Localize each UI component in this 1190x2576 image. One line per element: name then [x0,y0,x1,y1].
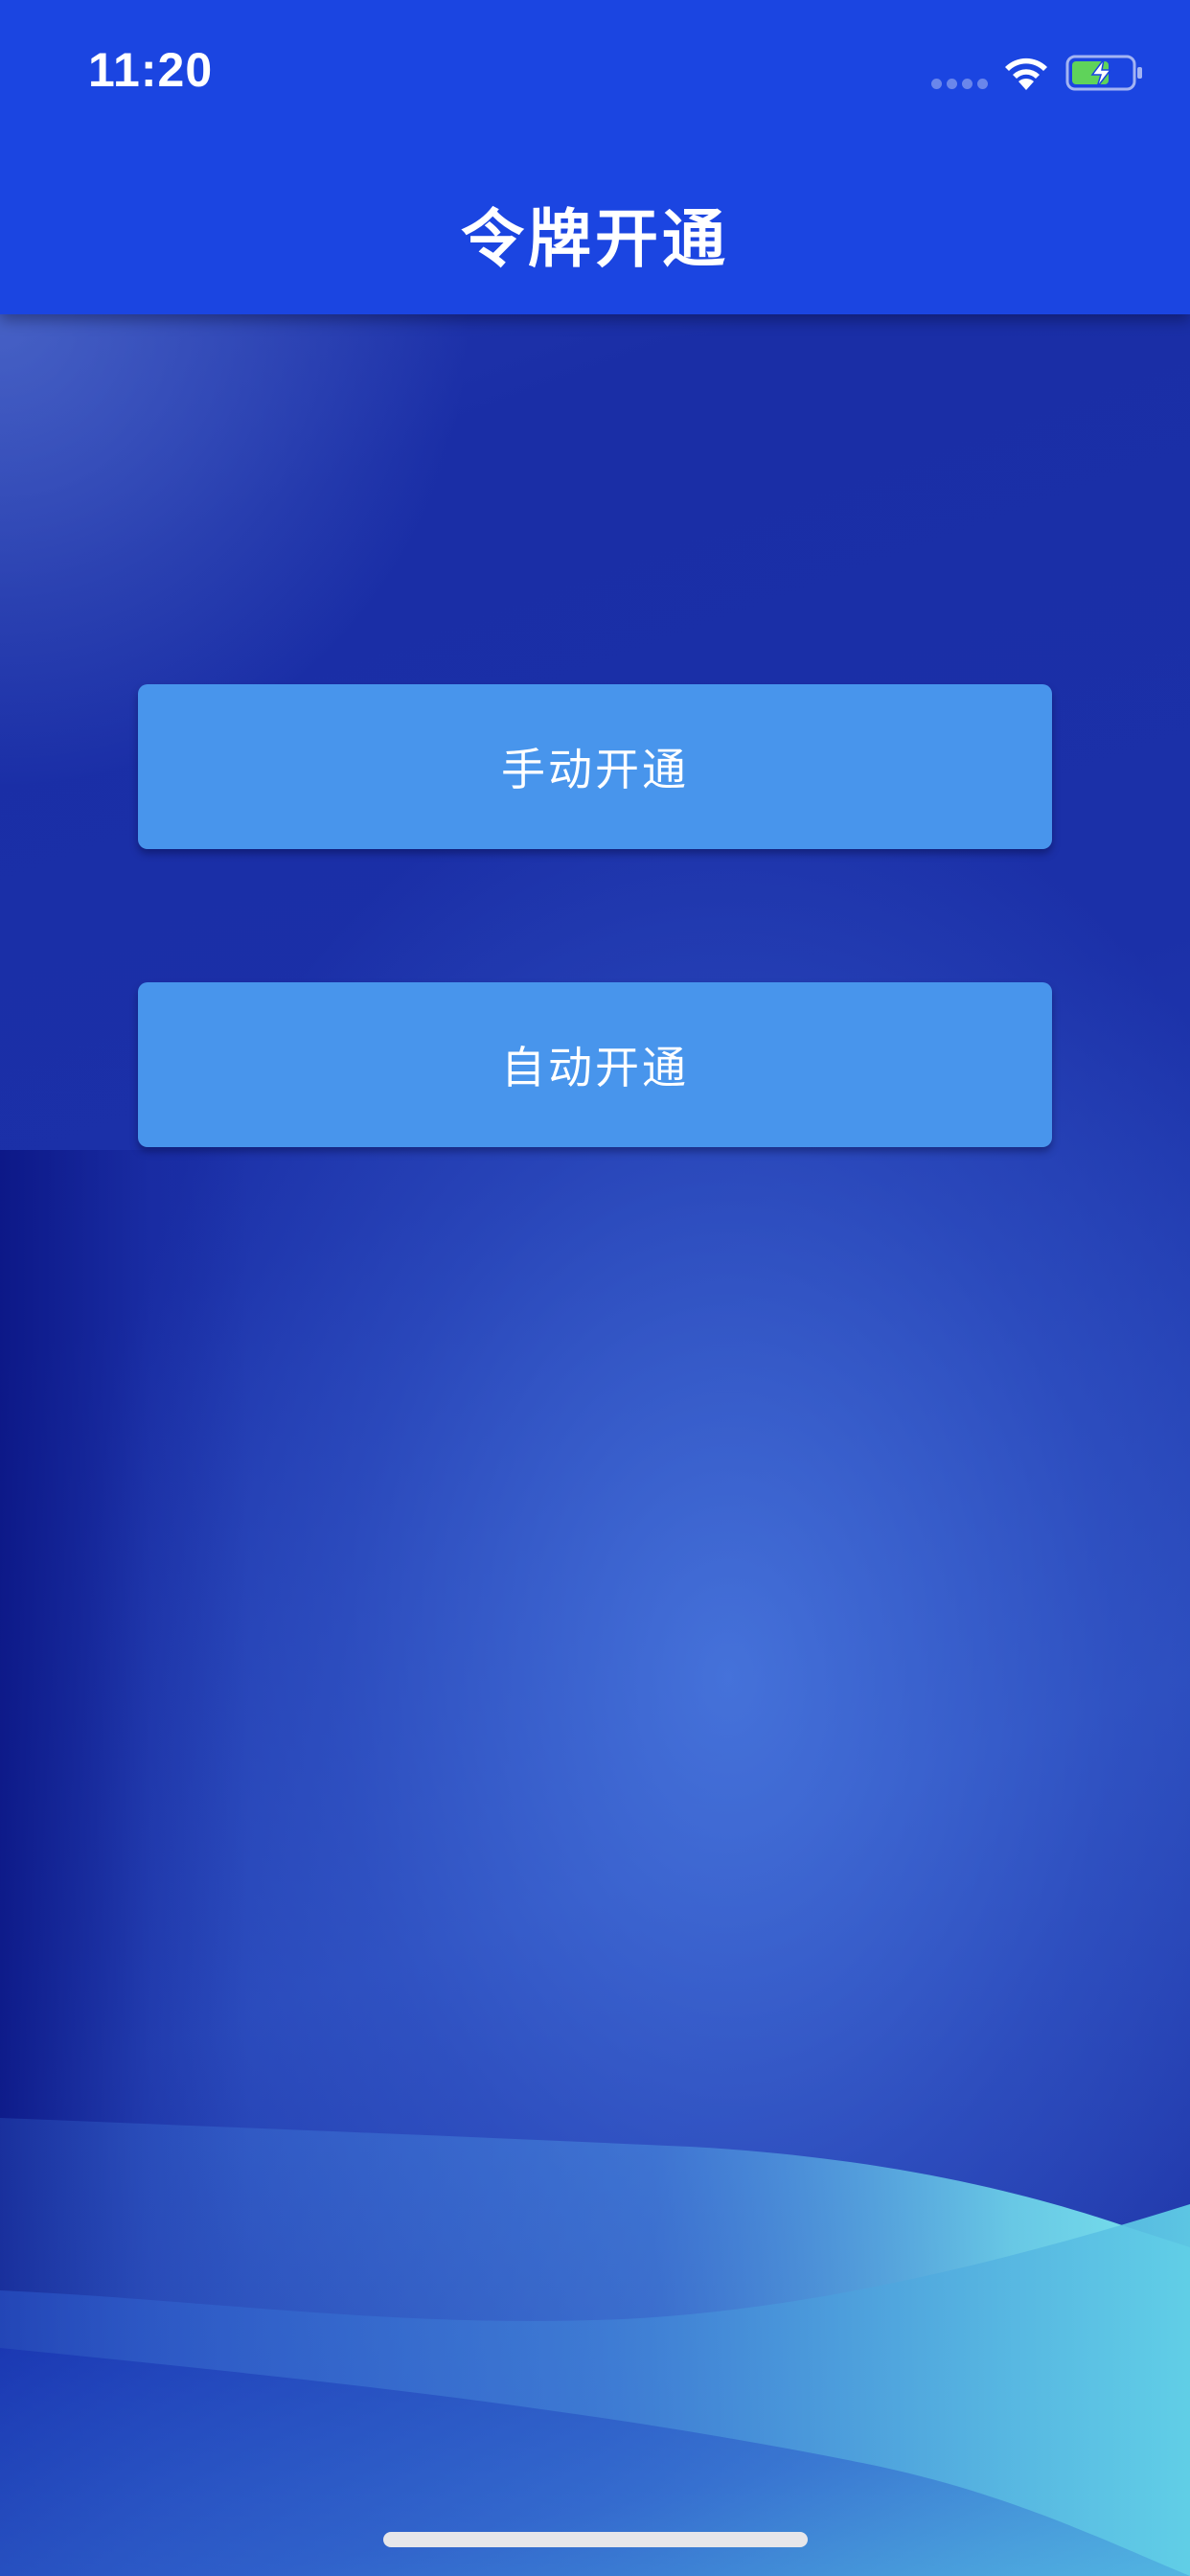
manual-activate-button[interactable]: 手动开通 [138,684,1052,849]
page-title: 令牌开通 [461,202,729,276]
auto-activate-label: 自动开通 [501,1042,689,1093]
status-time: 11:20 [88,43,214,97]
auto-activate-button[interactable]: 自动开通 [138,982,1052,1147]
signal-dots-icon [931,79,989,90]
manual-activate-label: 手动开通 [501,744,689,795]
battery-charging-icon [1065,55,1142,91]
background-waves [0,2118,1190,2576]
wifi-icon [1005,58,1047,90]
home-indicator[interactable] [383,2532,808,2547]
navigation-bar: 11:20 令牌开通 [0,0,1190,314]
